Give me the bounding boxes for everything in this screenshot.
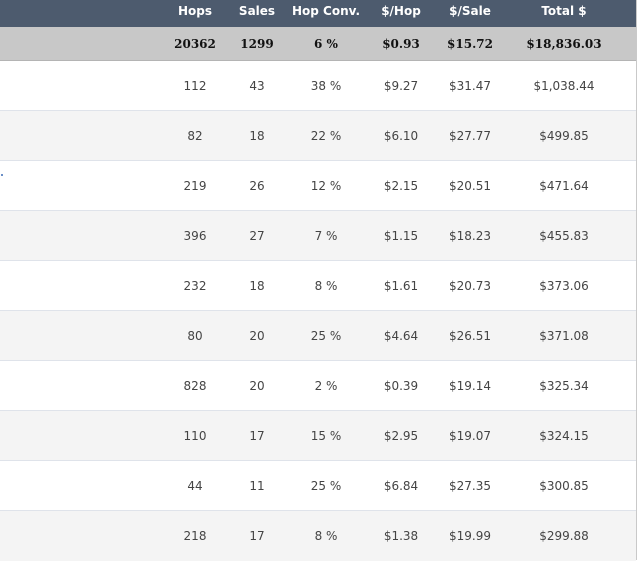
stats-table: Hops Sales Hop Conv. $/Hop $/Sale Total … bbox=[0, 0, 637, 561]
column-header-sales[interactable]: Sales bbox=[230, 0, 284, 27]
cell-hops: 112 bbox=[183, 78, 207, 93]
cell-per-sale: $20.51 bbox=[449, 178, 491, 193]
cell-per-sale: $27.77 bbox=[449, 128, 491, 143]
cell-hop-conv: 25 % bbox=[310, 328, 342, 343]
cell-per-sale: $27.35 bbox=[449, 478, 491, 493]
cell-total: $373.06 bbox=[539, 278, 589, 293]
cell-per-hop: $2.95 bbox=[383, 428, 419, 443]
cell-total: $1,038.44 bbox=[533, 78, 595, 93]
cell-per-hop: $2.15 bbox=[383, 178, 419, 193]
cell-hop-conv: 25 % bbox=[310, 478, 342, 493]
cell-hop-conv: 22 % bbox=[310, 128, 342, 143]
column-header-per-hop[interactable]: $/Hop bbox=[366, 0, 436, 27]
cell-hops: 232 bbox=[183, 278, 207, 293]
cell-per-hop: $0.39 bbox=[383, 378, 419, 393]
cell-total: $499.85 bbox=[539, 128, 589, 143]
table-row: 110 17 15 % $2.95 $19.07 $324.15 bbox=[0, 411, 636, 461]
cell-per-sale: $26.51 bbox=[449, 328, 491, 343]
cell-hops: 82 bbox=[187, 128, 203, 143]
cell-total: $299.88 bbox=[539, 529, 589, 543]
cell-per-sale: $19.99 bbox=[449, 529, 491, 543]
column-header-total[interactable]: Total $ bbox=[508, 0, 620, 27]
cell-per-hop: $1.38 bbox=[383, 529, 419, 543]
table-header: Hops Sales Hop Conv. $/Hop $/Sale Total … bbox=[0, 0, 636, 27]
cell-per-sale: $20.73 bbox=[449, 278, 491, 293]
table-row: 218 17 8 % $1.38 $19.99 $299.88 bbox=[0, 511, 636, 561]
table-row: 80 20 25 % $4.64 $26.51 $371.08 bbox=[0, 311, 636, 361]
cell-total: $324.15 bbox=[539, 428, 589, 443]
table-row: 232 18 8 % $1.61 $20.73 $373.06 bbox=[0, 261, 636, 311]
cell-sales: 20 bbox=[249, 328, 265, 343]
cell-per-hop: $6.84 bbox=[383, 478, 419, 493]
cell-per-hop: $4.64 bbox=[383, 328, 419, 343]
totals-total: $18,836.03 bbox=[526, 36, 602, 51]
cell-sales: 27 bbox=[249, 228, 265, 243]
cell-total: $471.64 bbox=[539, 178, 589, 193]
cell-hop-conv: 2 % bbox=[314, 378, 338, 393]
cell-sales: 11 bbox=[249, 478, 265, 493]
cell-per-sale: $18.23 bbox=[449, 228, 491, 243]
totals-hops: 20362 bbox=[174, 36, 216, 51]
cell-per-sale: $19.14 bbox=[449, 378, 491, 393]
cell-per-hop: $6.10 bbox=[383, 128, 419, 143]
cell-sales: 17 bbox=[249, 529, 265, 543]
cell-sales: 20 bbox=[249, 378, 265, 393]
cell-hop-conv: 8 % bbox=[314, 529, 338, 543]
cell-hops: 396 bbox=[183, 228, 207, 243]
cell-sales: 18 bbox=[249, 278, 265, 293]
table-row: 112 43 38 % $9.27 $31.47 $1,038.44 bbox=[0, 61, 636, 111]
table-row: 219 26 12 % $2.15 $20.51 $471.64 bbox=[0, 161, 636, 211]
cell-per-hop: $1.61 bbox=[383, 278, 419, 293]
cell-total: $325.34 bbox=[539, 378, 589, 393]
cell-hops: 80 bbox=[187, 328, 203, 343]
cell-hop-conv: 38 % bbox=[310, 78, 342, 93]
cell-hops: 44 bbox=[187, 478, 203, 493]
table-row: 44 11 25 % $6.84 $27.35 $300.85 bbox=[0, 461, 636, 511]
totals-per-sale: $15.72 bbox=[447, 36, 493, 51]
cell-hops: 110 bbox=[183, 428, 207, 443]
cell-hops: 219 bbox=[183, 178, 207, 193]
cell-hop-conv: 8 % bbox=[314, 278, 338, 293]
totals-hop-conv: 6 % bbox=[314, 36, 338, 51]
cell-total: $455.83 bbox=[539, 228, 589, 243]
table-row: 828 20 2 % $0.39 $19.14 $325.34 bbox=[0, 361, 636, 411]
column-header-per-sale[interactable]: $/Sale bbox=[436, 0, 504, 27]
cell-sales: 18 bbox=[249, 128, 265, 143]
edge-marker bbox=[1, 174, 3, 176]
cell-hops: 828 bbox=[183, 378, 207, 393]
table-row: 82 18 22 % $6.10 $27.77 $499.85 bbox=[0, 111, 636, 161]
cell-hops: 218 bbox=[183, 529, 207, 543]
cell-per-sale: $19.07 bbox=[449, 428, 491, 443]
cell-hop-conv: 15 % bbox=[310, 428, 342, 443]
column-header-hop-conv[interactable]: Hop Conv. bbox=[290, 0, 362, 27]
table-row: 396 27 7 % $1.15 $18.23 $455.83 bbox=[0, 211, 636, 261]
totals-per-hop: $0.93 bbox=[382, 36, 420, 51]
cell-sales: 26 bbox=[249, 178, 265, 193]
cell-hop-conv: 12 % bbox=[310, 178, 342, 193]
cell-sales: 43 bbox=[249, 78, 265, 93]
cell-per-hop: $1.15 bbox=[383, 228, 419, 243]
cell-per-sale: $31.47 bbox=[449, 78, 491, 93]
cell-total: $300.85 bbox=[539, 478, 589, 493]
column-header-hops[interactable]: Hops bbox=[166, 0, 224, 27]
totals-sales: 1299 bbox=[240, 36, 274, 51]
cell-sales: 17 bbox=[249, 428, 265, 443]
cell-total: $371.08 bbox=[539, 328, 589, 343]
cell-hop-conv: 7 % bbox=[314, 228, 338, 243]
cell-per-hop: $9.27 bbox=[383, 78, 419, 93]
totals-row: 20362 1299 6 % $0.93 $15.72 $18,836.03 bbox=[0, 27, 636, 61]
